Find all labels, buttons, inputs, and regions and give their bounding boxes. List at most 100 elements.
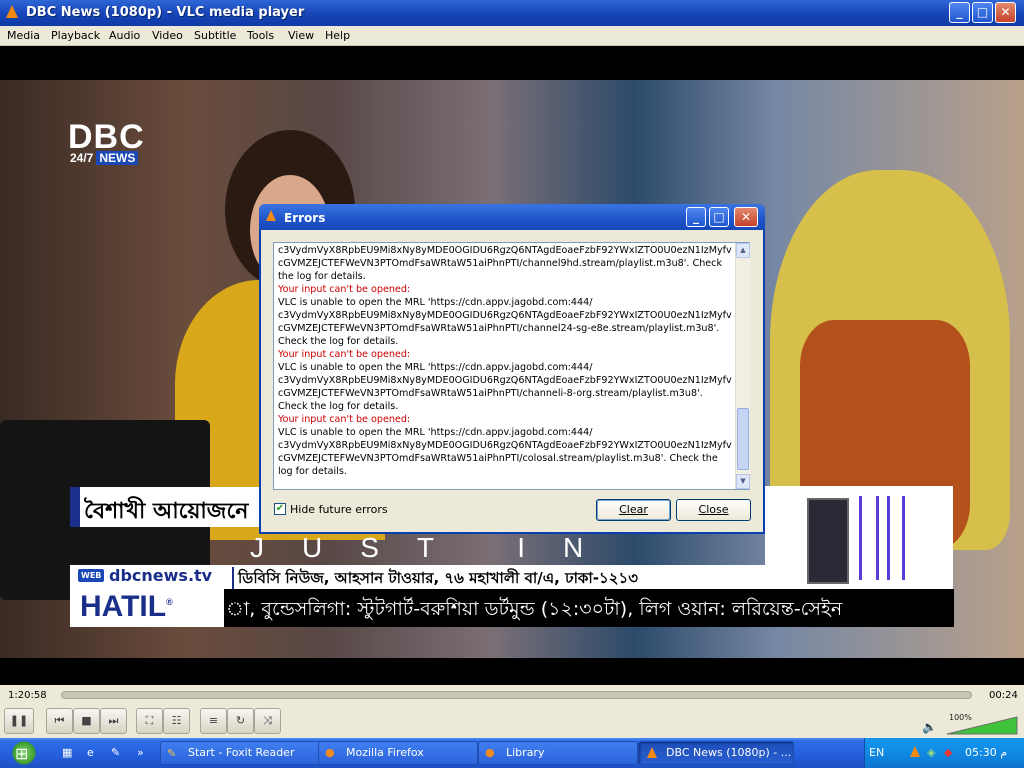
pause-button[interactable]: ❚❚ bbox=[4, 708, 34, 734]
next-button[interactable]: ⏭ bbox=[100, 708, 127, 734]
dialog-close-button[interactable]: ✕ bbox=[734, 207, 758, 227]
menu-bar: Media Playback Audio Video Subtitle Tool… bbox=[0, 26, 1024, 46]
error-log-scrollbar[interactable]: ▲ ▼ bbox=[735, 243, 750, 489]
pause-icon: ❚❚ bbox=[9, 714, 29, 727]
taskbar-item-firefox[interactable]: ● Mozilla Firefox bbox=[318, 741, 478, 765]
error-heading-line: Your input can't be opened: bbox=[278, 349, 411, 360]
error-log-line: c3VydmVyX8RpbEU9Mi8xNy8yMDE0OGIDU6RgzQ6N… bbox=[278, 245, 732, 256]
minimize-button[interactable]: _ bbox=[949, 2, 970, 23]
taskbar-item-label: Start - Foxit Reader bbox=[188, 746, 295, 759]
clock[interactable]: 05:30 م bbox=[965, 742, 1007, 764]
volume-level: 100% bbox=[949, 713, 972, 722]
error-log-line: VLC is unable to open the MRL 'https://c… bbox=[278, 427, 593, 438]
vlc-icon bbox=[647, 747, 657, 758]
previous-icon: ⏮ bbox=[54, 714, 65, 727]
news-ticker: া, বুন্ডেসলিগা: স্টুটগার্ট-বরুশিয়া ডর্ট… bbox=[226, 598, 843, 620]
taskbar-item-foxit[interactable]: ✎ Start - Foxit Reader bbox=[160, 741, 324, 765]
taskbar-item-label: DBC News (1080p) - ... bbox=[666, 746, 792, 759]
menu-help[interactable]: Help bbox=[325, 29, 350, 42]
scroll-up-icon[interactable]: ▲ bbox=[736, 243, 750, 258]
next-icon: ⏭ bbox=[108, 714, 119, 727]
scroll-down-icon[interactable]: ▼ bbox=[736, 474, 750, 489]
hide-errors-checkbox[interactable]: ✔ bbox=[274, 503, 286, 515]
error-log-line: c3VydmVyX8RpbEU9Mi8xNy8yMDE0OGIDU6RgzQ6N… bbox=[278, 440, 732, 451]
error-log-line: the log for details. bbox=[278, 271, 366, 282]
stop-button[interactable]: ■ bbox=[73, 708, 100, 734]
taskbar-item-library[interactable]: ● Library bbox=[478, 741, 638, 765]
error-log-text[interactable]: c3VydmVyX8RpbEU9Mi8xNy8yMDE0OGIDU6RgzQ6N… bbox=[273, 242, 750, 490]
extended-settings-button[interactable]: ☷ bbox=[163, 708, 190, 734]
headline-text: বৈশাখী আয়োজনে bbox=[84, 499, 249, 524]
error-heading-line: Your input can't be opened: bbox=[278, 284, 411, 295]
scroll-thumb[interactable] bbox=[737, 408, 749, 470]
rack-image bbox=[859, 496, 879, 580]
firefox-icon: ● bbox=[485, 746, 495, 759]
menu-subtitle[interactable]: Subtitle bbox=[194, 29, 236, 42]
error-heading-line: Your input can't be opened: bbox=[278, 414, 411, 425]
menu-media[interactable]: Media bbox=[7, 29, 40, 42]
dialog-minimize-button[interactable]: _ bbox=[686, 207, 706, 227]
vlc-icon bbox=[6, 5, 18, 18]
error-log-line: VLC is unable to open the MRL 'https://c… bbox=[278, 362, 593, 373]
dialog-title: Errors bbox=[284, 211, 326, 225]
close-button[interactable]: ✕ bbox=[995, 2, 1016, 23]
clear-button[interactable]: Clear bbox=[596, 499, 671, 521]
elapsed-time[interactable]: 1:20:58 bbox=[8, 690, 47, 701]
window-titlebar[interactable]: DBC News (1080p) - VLC media player bbox=[0, 0, 1024, 26]
taskbar-item-label: Mozilla Firefox bbox=[346, 746, 424, 759]
quicklaunch-ie-icon[interactable]: e bbox=[87, 742, 94, 764]
sponsor-mark: ® bbox=[166, 597, 173, 607]
tray-network-icon[interactable]: ◈ bbox=[927, 742, 935, 764]
speaker-icon[interactable]: 🔈 bbox=[922, 720, 937, 734]
menu-video[interactable]: Video bbox=[152, 29, 183, 42]
error-log-line: cGVMZEJCTEFWeVN3PTOmdFsaWRtaW51aiPhnPTI/… bbox=[278, 323, 720, 334]
firefox-icon: ● bbox=[325, 746, 335, 759]
seek-bar[interactable] bbox=[61, 691, 972, 699]
channel-logo-sub: 24/7 NEWS bbox=[70, 151, 139, 165]
menu-audio[interactable]: Audio bbox=[109, 29, 140, 42]
maximize-button[interactable]: □ bbox=[972, 2, 993, 23]
web-badge: WEB bbox=[78, 569, 105, 582]
hide-errors-label: Hide future errors bbox=[290, 503, 388, 516]
playlist-button[interactable]: ≡ bbox=[200, 708, 227, 734]
taskbar-item-vlc[interactable]: DBC News (1080p) - ... bbox=[638, 741, 794, 765]
dialog-close-text-button[interactable]: Close bbox=[676, 499, 751, 521]
fullscreen-button[interactable]: ⛶ bbox=[136, 708, 163, 734]
loop-button[interactable]: ↻ bbox=[227, 708, 254, 734]
dialog-vlc-icon bbox=[266, 210, 276, 221]
menu-tools[interactable]: Tools bbox=[247, 29, 274, 42]
error-log-line: cGVMZEJCTEFWeVN3PTOmdFsaWRtaW51aiPhnPTI/… bbox=[278, 388, 703, 399]
tray-vlc-icon[interactable] bbox=[910, 746, 920, 757]
web-url: dbcnews.tv bbox=[109, 566, 213, 585]
remaining-time[interactable]: 00:24 bbox=[989, 690, 1018, 701]
just-in-text: JUST IN bbox=[250, 532, 622, 563]
tray-shield-icon[interactable]: ◆ bbox=[944, 742, 952, 764]
rack-image-2 bbox=[887, 496, 905, 580]
stop-icon: ■ bbox=[81, 714, 92, 727]
taskbar-item-label: Library bbox=[506, 746, 545, 759]
previous-button[interactable]: ⏮ bbox=[46, 708, 73, 734]
windows-logo-icon: ⊞ bbox=[15, 744, 29, 763]
window-title: DBC News (1080p) - VLC media player bbox=[26, 5, 305, 20]
fullscreen-icon: ⛶ bbox=[145, 714, 154, 727]
error-log-line: VLC is unable to open the MRL 'https://c… bbox=[278, 297, 593, 308]
menu-view[interactable]: View bbox=[288, 29, 314, 42]
playlist-icon: ≡ bbox=[208, 714, 219, 727]
quicklaunch-desktop-icon[interactable]: ▦ bbox=[62, 742, 72, 764]
error-log-line: Check the log for details. bbox=[278, 336, 399, 347]
shuffle-icon: ⤨ bbox=[263, 714, 272, 727]
error-log-line: log for details. bbox=[278, 466, 347, 477]
equalizer-icon: ☷ bbox=[171, 714, 182, 727]
error-log-line: c3VydmVyX8RpbEU9Mi8xNy8yMDE0OGIDU6RgzQ6N… bbox=[278, 310, 732, 321]
sponsor-name: HATIL bbox=[80, 590, 167, 623]
start-button[interactable]: ⊞ bbox=[0, 738, 50, 768]
quicklaunch-paint-icon[interactable]: ✎ bbox=[111, 742, 120, 764]
error-log-line: Check the log for details. bbox=[278, 401, 399, 412]
language-indicator[interactable]: EN bbox=[869, 742, 884, 764]
channel-logo-247: 24/7 bbox=[70, 151, 94, 165]
shuffle-button[interactable]: ⤨ bbox=[254, 708, 281, 734]
dialog-maximize-button[interactable]: □ bbox=[709, 207, 729, 227]
quicklaunch-more-icon[interactable]: » bbox=[137, 742, 144, 764]
sponsor-logo: HATIL® bbox=[80, 590, 173, 624]
menu-playback[interactable]: Playback bbox=[51, 29, 100, 42]
